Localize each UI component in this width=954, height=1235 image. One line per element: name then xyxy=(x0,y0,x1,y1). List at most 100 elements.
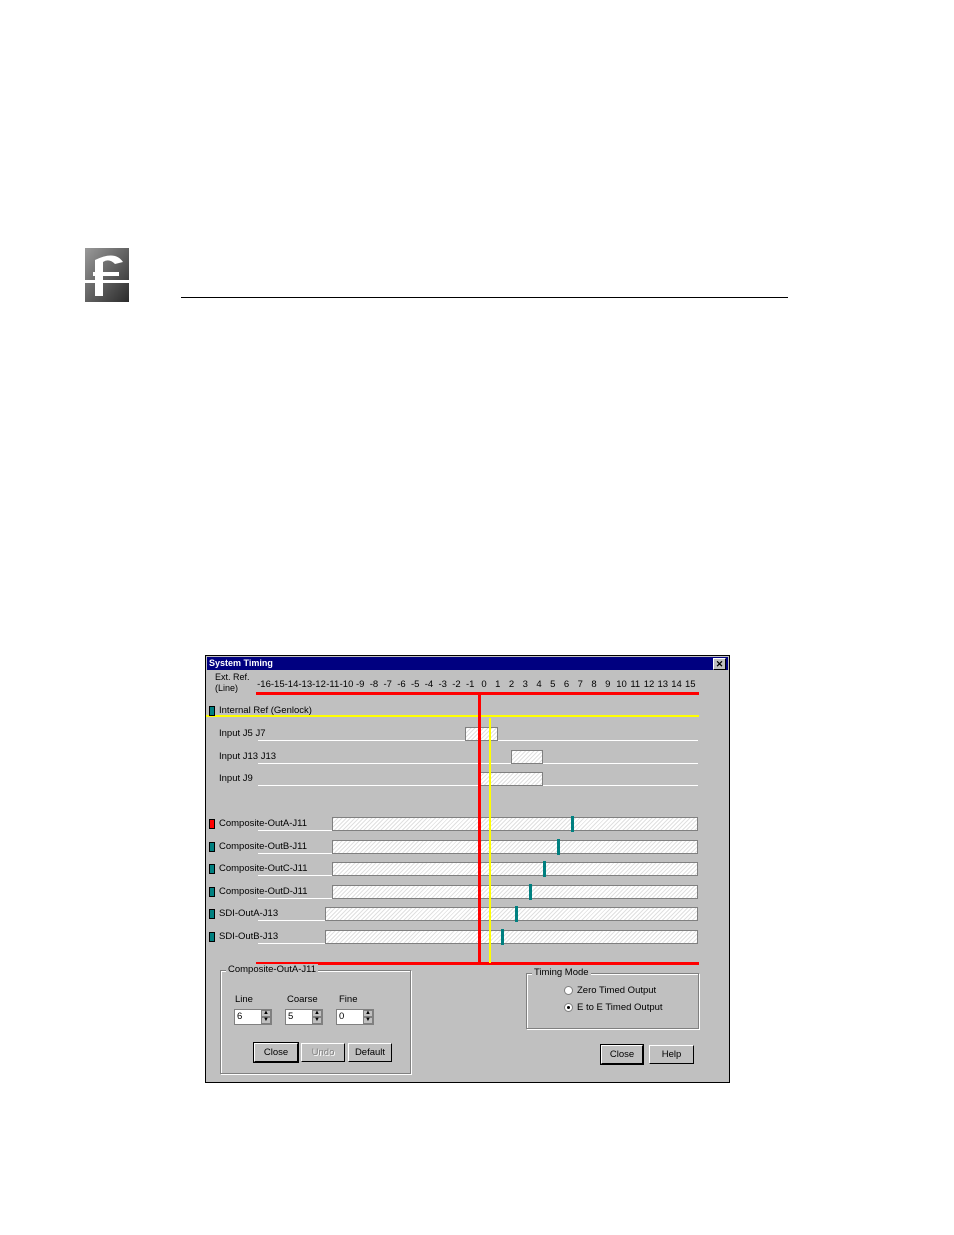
tick-label: -16 xyxy=(257,679,271,690)
row-label: Input J9 xyxy=(219,773,253,784)
composite-out-settings: Composite-OutA-J11 Line Coarse Fine 6 ▲ … xyxy=(220,964,411,1074)
timing-marker[interactable] xyxy=(529,884,532,900)
row-indicator[interactable] xyxy=(209,842,215,852)
tick-label: -8 xyxy=(369,679,379,690)
row-label: Input J5 J7 xyxy=(219,728,266,739)
tick-label: -11 xyxy=(326,679,340,690)
timing-marker[interactable] xyxy=(543,861,546,877)
timing-marker[interactable] xyxy=(515,906,518,922)
line-up-icon[interactable]: ▲ xyxy=(261,1010,271,1017)
tick-label: 1 xyxy=(495,679,501,690)
tick-label: -7 xyxy=(383,679,392,690)
tick-label: 6 xyxy=(563,679,570,690)
line-spinner[interactable]: 6 ▲ ▼ xyxy=(234,1009,272,1025)
timing-range-bar[interactable] xyxy=(511,750,543,764)
tick-label: -15 xyxy=(270,679,285,690)
tick-label: -3 xyxy=(438,679,447,690)
coarse-label: Coarse xyxy=(287,994,318,1005)
row-label: Composite-OutD-J11 xyxy=(219,886,308,897)
timing-range-bar[interactable] xyxy=(332,885,698,899)
title-bar: System Timing ✕ xyxy=(207,657,728,670)
tick-label: -12 xyxy=(312,679,326,690)
e-to-e-timed-radio[interactable] xyxy=(564,1003,573,1012)
fine-value: 0 xyxy=(339,1011,345,1022)
default-button[interactable]: Default xyxy=(348,1043,392,1062)
tick-label: -9 xyxy=(356,679,365,690)
close-button[interactable]: Close xyxy=(600,1044,644,1065)
tick-label: -5 xyxy=(411,679,420,690)
coarse-spinner[interactable]: 5 ▲ ▼ xyxy=(285,1009,323,1025)
row-indicator[interactable] xyxy=(209,932,215,942)
fine-label: Fine xyxy=(339,994,358,1005)
timing-mode-group: Timing Mode Zero Timed Output E to E Tim… xyxy=(526,967,699,1029)
tick-label: -10 xyxy=(339,679,354,690)
tick-label: -14 xyxy=(284,679,299,690)
fine-spinner[interactable]: 0 ▲ ▼ xyxy=(336,1009,374,1025)
tick-label: 11 xyxy=(630,679,641,690)
timing-range-bar[interactable] xyxy=(332,840,698,854)
coarse-down-icon[interactable]: ▼ xyxy=(312,1017,322,1024)
undo-button[interactable]: Undo xyxy=(301,1043,345,1062)
timing-range-bar[interactable] xyxy=(325,907,698,921)
tick-label: -13 xyxy=(298,679,313,690)
system-timing-window: System Timing ✕ Ext. Ref. (Line) -16 -15-… xyxy=(205,655,730,1083)
settings-title: Composite-OutA-J11 xyxy=(226,964,318,975)
tick-label: 15 xyxy=(684,679,696,690)
coarse-value: 5 xyxy=(288,1011,294,1022)
timing-range-bar[interactable] xyxy=(332,817,698,831)
row-label: SDI-OutA-J13 xyxy=(219,908,279,919)
row-label: Composite-OutA-J11 xyxy=(219,818,307,829)
timing-range-bar[interactable] xyxy=(465,727,498,741)
row-indicator[interactable] xyxy=(209,864,215,874)
row-indicator[interactable] xyxy=(209,909,215,919)
row-label: Internal Ref (Genlock) xyxy=(219,705,312,716)
ext-ref-line1: Ext. Ref. xyxy=(215,672,250,682)
window-title: System Timing xyxy=(209,658,273,668)
help-button[interactable]: Help xyxy=(649,1045,694,1064)
timing-range-bar[interactable] xyxy=(325,930,698,944)
row-indicator[interactable] xyxy=(209,706,215,716)
zero-timed-radio[interactable] xyxy=(564,986,573,995)
e-to-e-timed-label[interactable]: E to E Timed Output xyxy=(577,1002,663,1013)
tick-label: 10 xyxy=(616,679,627,690)
row-indicator[interactable] xyxy=(209,887,215,897)
row-label: Composite-OutB-J11 xyxy=(219,841,307,852)
tick-label: 3 xyxy=(522,679,528,690)
timing-marker[interactable] xyxy=(571,816,574,832)
tick-label: 14 xyxy=(671,679,682,690)
tick-label: 12 xyxy=(643,679,655,690)
tick-label: 0 xyxy=(481,679,487,690)
ext-ref-line2: (Line) xyxy=(215,683,239,693)
fine-up-icon[interactable]: ▲ xyxy=(363,1010,373,1017)
tick-label: 13 xyxy=(657,679,669,690)
tick-label: 8 xyxy=(591,679,597,690)
genlock-marker-line xyxy=(489,718,491,963)
line-down-icon[interactable]: ▼ xyxy=(261,1017,271,1024)
line-value: 6 xyxy=(237,1011,243,1022)
fine-down-icon[interactable]: ▼ xyxy=(363,1017,373,1024)
row-label: Composite-OutC-J11 xyxy=(219,863,308,874)
zero-timed-label[interactable]: Zero Timed Output xyxy=(577,985,656,996)
tick-label: 2 xyxy=(508,679,515,690)
tick-label: -6 xyxy=(397,679,406,690)
header-rule xyxy=(181,297,788,298)
timing-marker[interactable] xyxy=(557,839,560,855)
close-icon[interactable]: ✕ xyxy=(713,658,726,670)
row-label: Input J13 J13 xyxy=(219,751,277,762)
company-logo xyxy=(85,248,129,302)
tick-label: -4 xyxy=(424,679,434,690)
timing-range-bar[interactable] xyxy=(478,772,543,786)
timing-range-bar[interactable] xyxy=(332,862,698,876)
row-label: SDI-OutB-J13 xyxy=(219,931,279,942)
zero-reference-line[interactable] xyxy=(478,695,481,963)
tick-label: 9 xyxy=(605,679,611,690)
coarse-up-icon[interactable]: ▲ xyxy=(312,1010,322,1017)
ext-ref-label: Ext. Ref. (Line) xyxy=(215,672,255,694)
timing-mode-title: Timing Mode xyxy=(532,967,591,978)
timing-marker[interactable] xyxy=(501,929,504,945)
settings-close-button[interactable]: Close xyxy=(253,1042,299,1063)
tick-label: -1 xyxy=(466,679,475,690)
row-indicator[interactable] xyxy=(209,819,215,829)
tick-label: 5 xyxy=(550,679,556,690)
tick-label: 4 xyxy=(536,679,542,690)
